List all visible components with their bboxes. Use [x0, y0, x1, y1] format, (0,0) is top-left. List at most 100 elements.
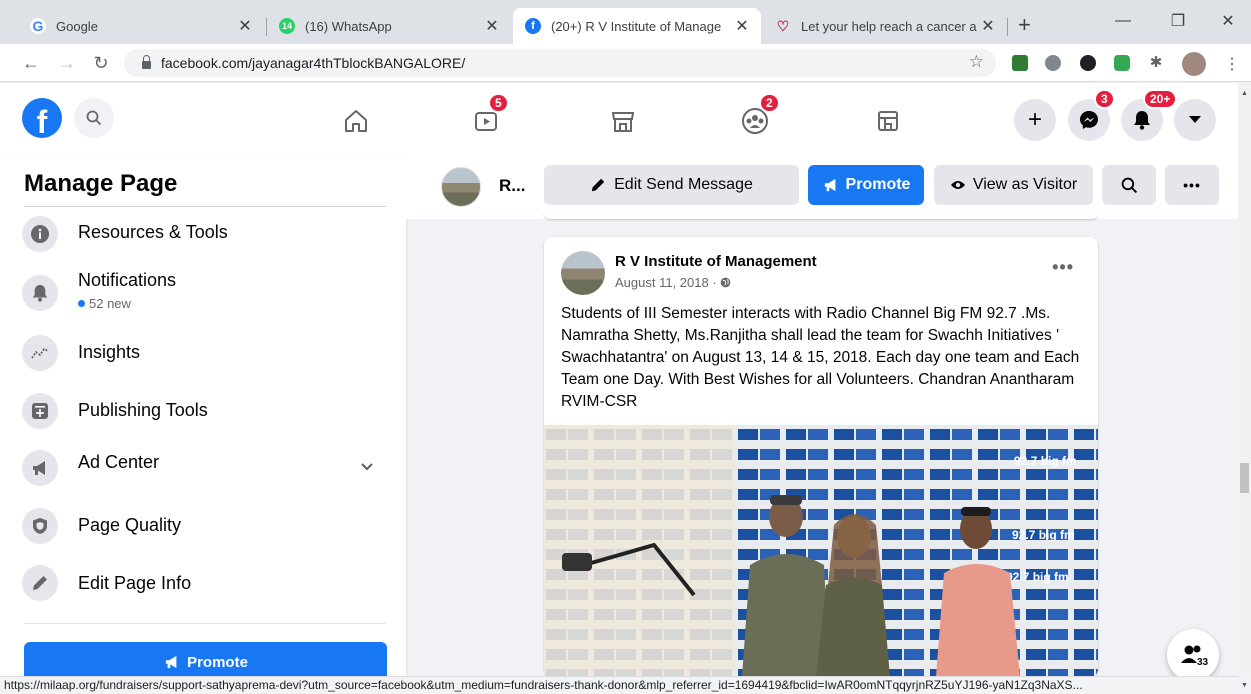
watch-nav[interactable]: 5 [466, 93, 509, 141]
tab-title: (16) WhatsApp [305, 18, 392, 34]
sidebar-item-page-quality[interactable]: Page Quality [22, 502, 392, 550]
address-bar[interactable]: facebook.com/jayanagar4thTblockBANGALORE… [124, 49, 996, 77]
edit-send-message-button[interactable]: Edit Send Message [544, 165, 799, 205]
eye-icon [950, 181, 965, 189]
extension-icon[interactable] [1045, 55, 1061, 71]
page-action-bar: R... Edit Send Message Promote View as V… [406, 157, 1238, 219]
create-button[interactable]: + [1014, 99, 1056, 141]
messenger-icon [1080, 111, 1098, 129]
home-icon [345, 110, 367, 132]
extension-icon[interactable] [1012, 55, 1028, 71]
view-as-visitor-button[interactable]: View as Visitor [934, 165, 1093, 205]
close-window-button[interactable]: ✕ [1205, 6, 1251, 36]
close-icon[interactable]: ✕ [979, 16, 997, 36]
account-menu-button[interactable] [1174, 99, 1216, 141]
maximize-button[interactable]: ❐ [1155, 6, 1201, 36]
page-scrollbar[interactable] [1238, 83, 1251, 676]
tab-whatsapp[interactable]: 14 (16) WhatsApp ✕ [267, 8, 511, 44]
new-tab-button[interactable]: + [1018, 12, 1031, 38]
new-message-contacts-button[interactable]: 33 [1167, 629, 1219, 681]
more-options-button[interactable]: ••• [1165, 165, 1219, 205]
sidebar-item-ad-center[interactable]: Ad Center [22, 440, 392, 488]
button-label: Edit Send Message [614, 176, 753, 193]
caret-down-icon [1189, 116, 1201, 123]
url-text: facebook.com/jayanagar4thTblockBANGALORE… [161, 55, 466, 71]
facebook-icon: f [525, 18, 541, 34]
close-icon[interactable]: ✕ [733, 16, 751, 36]
backdrop-text: 92.7 big fm [1006, 570, 1069, 584]
search-button[interactable] [74, 98, 114, 138]
sidebar-item-publishing-tools[interactable]: Publishing Tools [22, 387, 392, 435]
sidebar-item-edit-page-info[interactable]: Edit Page Info [22, 559, 392, 607]
promote-button[interactable]: Promote [808, 165, 924, 205]
sidebar-item-resources-tools[interactable]: Resources & Tools [22, 210, 392, 258]
page-search-button[interactable] [1102, 165, 1156, 205]
reload-button[interactable]: ↻ [90, 52, 112, 74]
bell-icon [1134, 111, 1150, 130]
search-icon [1121, 177, 1137, 193]
post-timestamp[interactable]: August 11, 2018 · [615, 275, 731, 290]
watch-badge: 5 [488, 93, 509, 113]
home-nav[interactable] [336, 101, 376, 141]
notifications-count: 52 new [78, 296, 131, 311]
scroll-down-arrow[interactable]: ▼ [1241, 682, 1248, 689]
bookmark-star-icon[interactable]: ☆ [969, 52, 984, 72]
radio-studio-photo: 92.7 big fm 92.7 big fm 92.7 big fm [544, 425, 1098, 677]
lock-icon [142, 55, 151, 69]
tab-title: Let your help reach a cancer a [801, 18, 977, 34]
chevron-down-icon[interactable] [360, 462, 374, 472]
shield-icon [22, 508, 58, 544]
tab-title: Google [56, 18, 98, 34]
browser-tab-strip: G Google ✕ 14 (16) WhatsApp ✕ f (20+) R … [0, 0, 1251, 44]
sidebar-item-label: Ad Center [78, 452, 160, 472]
facebook-logo[interactable]: f [22, 98, 62, 138]
back-button[interactable]: ← [20, 52, 42, 74]
puzzle-icon[interactable]: ✱ [1148, 55, 1164, 71]
page-name[interactable]: R... [499, 176, 525, 196]
megaphone-icon [165, 655, 177, 669]
messenger-button[interactable]: 3 [1068, 89, 1115, 141]
sidebar-item-insights[interactable]: Insights [22, 329, 392, 377]
tab-facebook[interactable]: f (20+) R V Institute of Manage ✕ [513, 8, 761, 44]
download-extension-icon[interactable] [1080, 55, 1096, 71]
shield-extension-icon[interactable] [1114, 55, 1130, 71]
post-text: Students of III Semester interacts with … [561, 305, 1080, 410]
marketplace-nav[interactable] [603, 101, 643, 141]
groups-nav[interactable]: 2 [735, 93, 780, 141]
notifications-button[interactable]: 20+ [1121, 89, 1178, 141]
sidebar-item-label: Insights [78, 342, 141, 362]
tab-google[interactable]: G Google ✕ [18, 8, 264, 44]
post-author-avatar[interactable] [561, 251, 605, 295]
manage-page-sidebar: Manage Page Resources & Tools Notificati… [0, 157, 406, 682]
post-author-name[interactable]: R V Institute of Management [615, 253, 817, 270]
page-avatar[interactable] [441, 167, 481, 207]
close-icon[interactable]: ✕ [236, 16, 254, 36]
post-options-button[interactable]: ••• [1052, 257, 1074, 278]
post-photo[interactable]: 92.7 big fm 92.7 big fm 92.7 big fm [544, 425, 1098, 677]
forward-button[interactable]: → [56, 52, 78, 74]
button-label: View as Visitor [972, 176, 1078, 193]
megaphone-icon [22, 450, 58, 486]
close-icon[interactable]: ✕ [483, 16, 501, 36]
tab-separator [1007, 18, 1008, 36]
gaming-nav[interactable] [868, 101, 908, 141]
sidebar-divider [24, 206, 386, 207]
profile-avatar[interactable] [1182, 52, 1206, 76]
sidebar-item-notifications[interactable]: Notifications 52 new [22, 267, 392, 325]
facebook-header: f 5 2 + 3 20+ [0, 83, 1251, 157]
milaap-icon: ♡ [776, 17, 790, 34]
minimize-button[interactable]: — [1100, 6, 1146, 36]
megaphone-icon [824, 178, 835, 192]
messenger-badge: 3 [1094, 89, 1115, 109]
button-label: Promote [845, 176, 911, 193]
tab-milaap[interactable]: ♡ Let your help reach a cancer a ✕ [763, 8, 1007, 44]
scrollbar-thumb[interactable] [1240, 463, 1249, 493]
search-icon [86, 110, 102, 126]
publishing-icon [22, 393, 58, 429]
bell-icon [22, 275, 58, 311]
backdrop-text: 92.7 big fm [1012, 528, 1075, 542]
status-bar-link-preview: https://milaap.org/fundraisers/support-s… [0, 676, 1238, 694]
marketplace-icon [611, 112, 635, 132]
menu-kebab-icon[interactable]: ⋮ [1224, 54, 1240, 74]
scroll-up-arrow[interactable]: ▲ [1241, 90, 1248, 97]
